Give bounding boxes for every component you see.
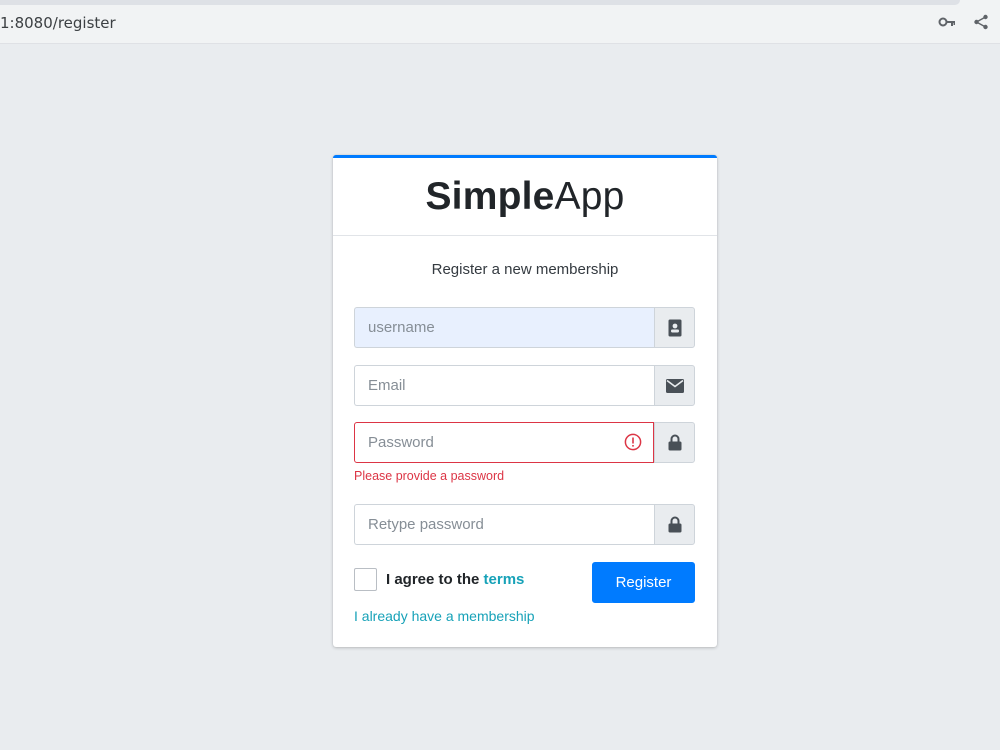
card-header: SimpleApp — [333, 158, 717, 236]
register-card: SimpleApp Register a new membership user… — [333, 155, 717, 647]
logo-light: App — [554, 174, 625, 218]
retype-password-input[interactable] — [354, 504, 654, 545]
password-error-text: Please provide a password — [354, 469, 505, 483]
password-group — [354, 422, 695, 463]
already-member-link[interactable]: I already have a membership — [354, 608, 535, 624]
id-card-icon — [654, 307, 695, 348]
tab-strip — [0, 0, 960, 5]
lock-icon — [654, 504, 695, 545]
card-body: Register a new membership — [333, 261, 717, 278]
terms-link[interactable]: terms — [484, 571, 525, 588]
key-icon[interactable] — [937, 12, 957, 32]
app-logo[interactable]: SimpleApp — [425, 175, 624, 219]
envelope-icon — [654, 365, 695, 406]
register-button[interactable]: Register — [592, 562, 695, 603]
logo-bold: Simple — [425, 174, 555, 218]
agree-text: I agree to the — [386, 571, 484, 588]
invalid-alert-icon — [624, 433, 642, 451]
share-icon[interactable] — [971, 12, 991, 32]
agree-label[interactable]: I agree to the terms — [386, 571, 524, 588]
lock-icon — [654, 422, 695, 463]
username-group — [354, 307, 695, 348]
username-input[interactable] — [354, 307, 654, 348]
email-group — [354, 365, 695, 406]
retype-password-group — [354, 504, 695, 545]
address-url[interactable]: 1:8080/register — [0, 14, 116, 32]
password-input[interactable] — [354, 422, 654, 463]
login-box-message: Register a new membership — [431, 261, 619, 278]
email-input[interactable] — [354, 365, 654, 406]
agree-terms-row: I agree to the terms — [354, 568, 524, 591]
browser-address-bar: 1:8080/register — [0, 0, 1000, 44]
agree-checkbox[interactable] — [354, 568, 377, 591]
